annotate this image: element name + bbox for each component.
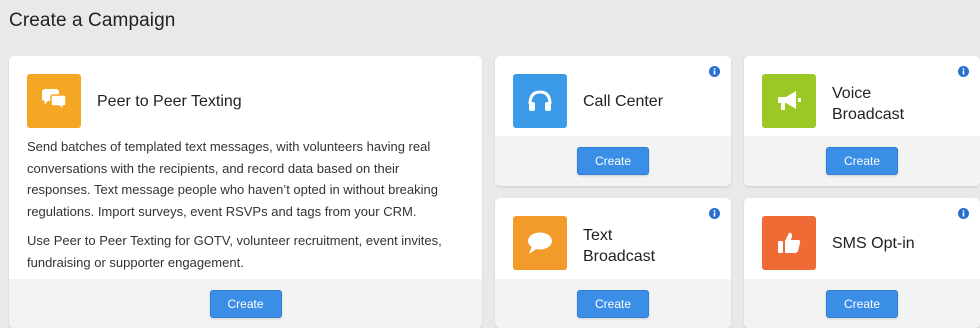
sms-optin-card: SMS Opt-in Create (744, 198, 980, 328)
speech-bubble-icon (513, 216, 567, 270)
megaphone-icon (762, 74, 816, 128)
voice-broadcast-footer: Create (744, 136, 980, 186)
peer-to-peer-description: Send batches of templated text messages,… (27, 139, 438, 219)
text-broadcast-create-button[interactable]: Create (577, 289, 649, 318)
call-center-card: Call Center Create (495, 56, 731, 186)
peer-to-peer-usage: Use Peer to Peer Texting for GOTV, volun… (27, 233, 442, 270)
peer-to-peer-card: Peer to Peer Texting Send batches of tem… (9, 56, 482, 328)
call-center-title: Call Center (583, 93, 664, 110)
sms-optin-title: SMS Opt-in (832, 235, 915, 252)
voice-broadcast-title-line1: Voice (832, 85, 872, 102)
headset-icon (513, 74, 567, 128)
text-broadcast-title-line2: Broadcast (583, 248, 656, 265)
text-broadcast-footer: Create (495, 279, 731, 328)
voice-broadcast-create-button[interactable]: Create (826, 147, 898, 175)
text-broadcast-card: Text Broadcast Create (495, 198, 731, 328)
info-icon[interactable] (709, 66, 720, 77)
peer-to-peer-title: Peer to Peer Texting (97, 93, 242, 110)
voice-broadcast-title-line2: Broadcast (832, 106, 905, 123)
sms-optin-create-button[interactable]: Create (826, 289, 898, 318)
call-center-footer: Create (495, 136, 731, 186)
voice-broadcast-title: Voice Broadcast (832, 83, 904, 125)
text-broadcast-title: Text Broadcast (583, 225, 655, 267)
page-title: Create a Campaign (9, 10, 176, 31)
info-icon[interactable] (709, 208, 720, 219)
chat-bubbles-icon (27, 74, 81, 128)
sms-optin-footer: Create (744, 279, 980, 328)
info-icon[interactable] (958, 66, 969, 77)
text-broadcast-title-line1: Text (583, 227, 613, 244)
info-icon[interactable] (958, 208, 969, 219)
peer-to-peer-create-button[interactable]: Create (209, 289, 282, 318)
thumbs-up-icon (762, 216, 816, 270)
voice-broadcast-card: Voice Broadcast Create (744, 56, 980, 186)
peer-to-peer-footer: Create (9, 279, 482, 328)
call-center-create-button[interactable]: Create (577, 147, 649, 175)
